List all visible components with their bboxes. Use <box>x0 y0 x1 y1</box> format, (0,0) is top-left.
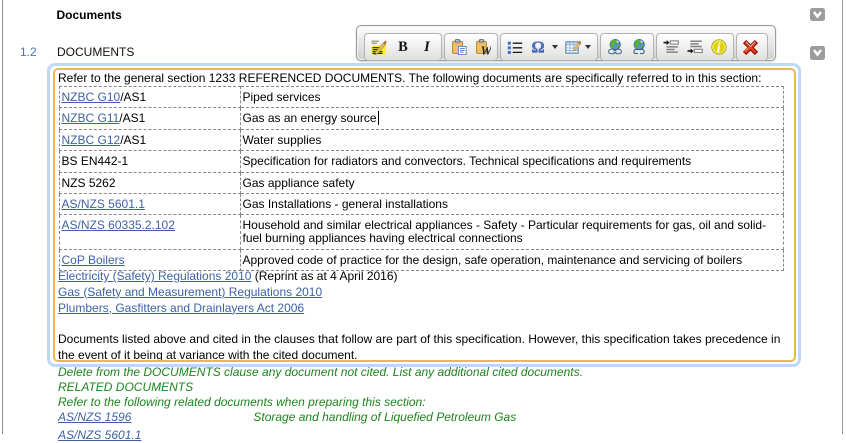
svg-text:Ω: Ω <box>531 39 544 55</box>
svg-text:i: i <box>717 40 721 55</box>
svg-text:W: W <box>481 44 491 55</box>
